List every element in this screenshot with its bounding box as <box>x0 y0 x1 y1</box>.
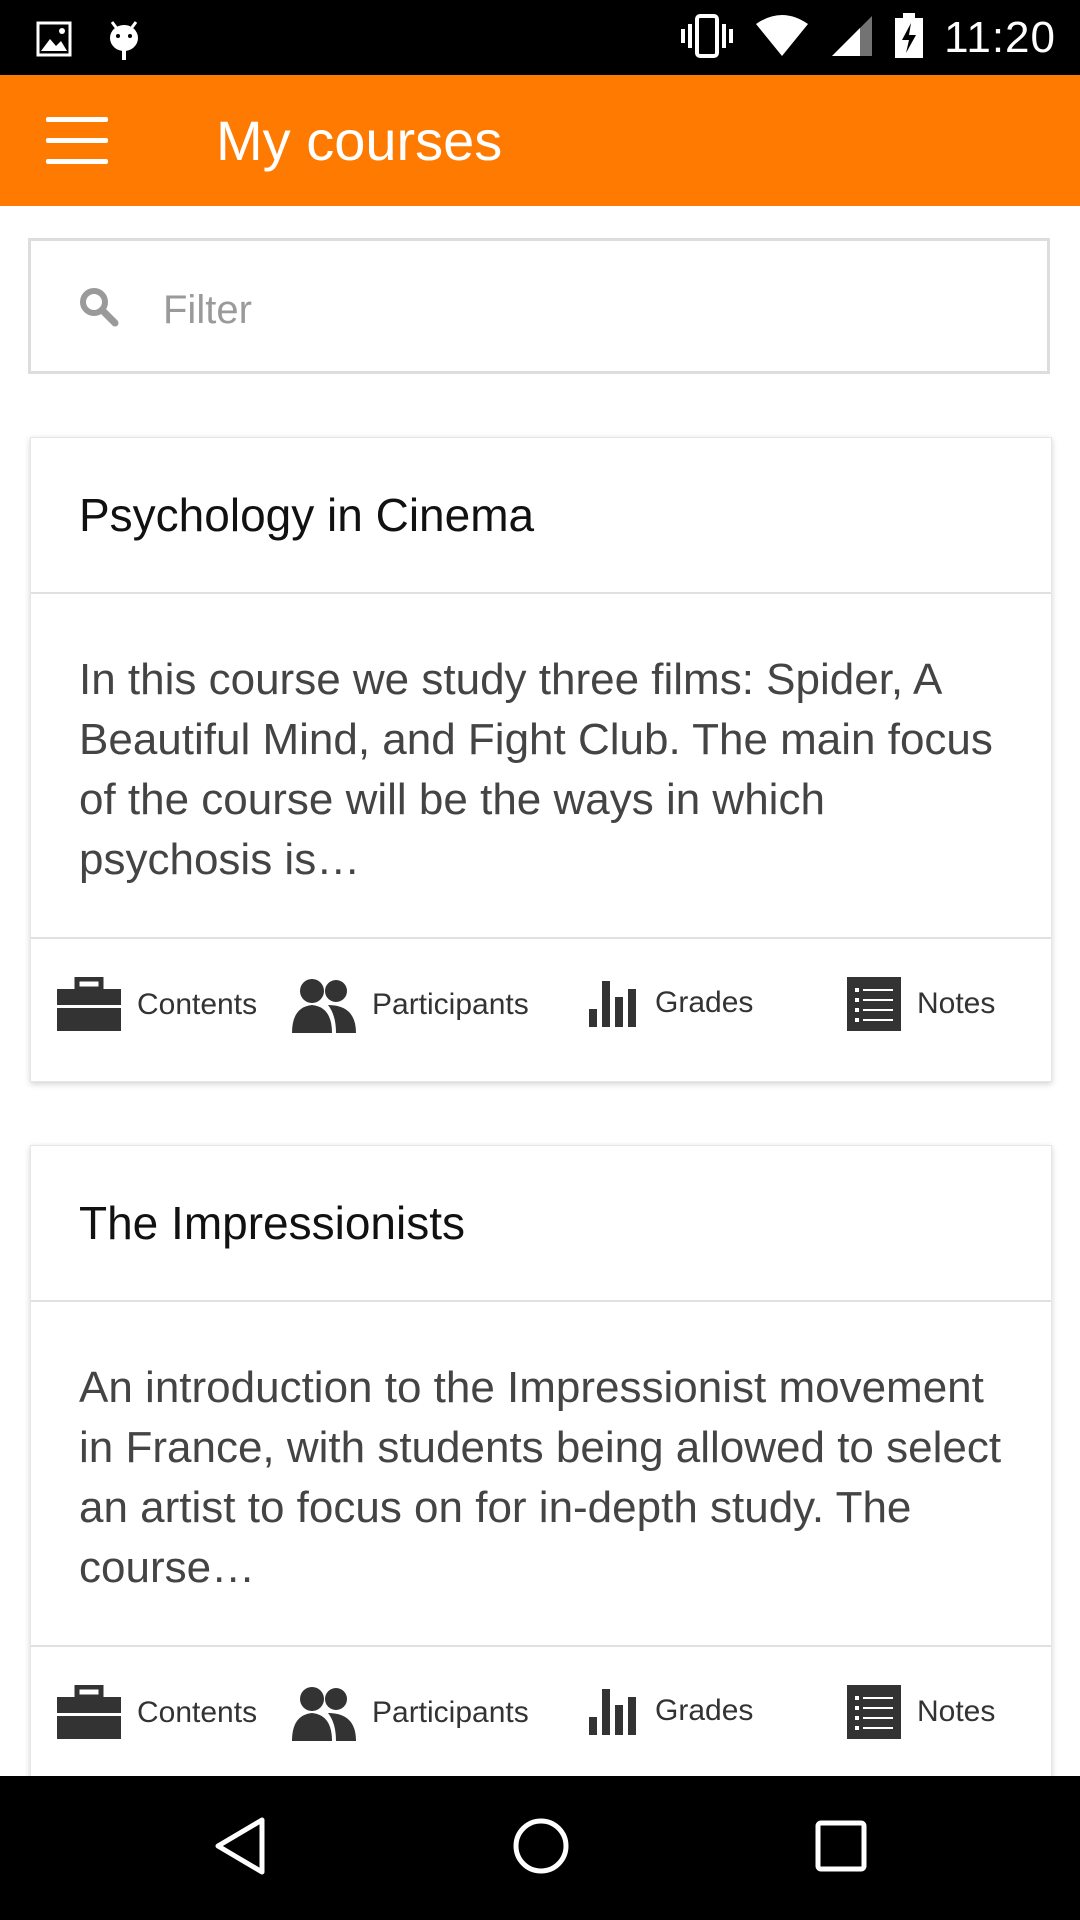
search-icon <box>79 287 119 332</box>
grades-label: Grades <box>655 986 754 1019</box>
recents-icon[interactable] <box>814 1816 868 1881</box>
course-card[interactable]: Psychology in Cinema In this course we s… <box>30 437 1052 1082</box>
bar-chart-icon <box>587 977 639 1029</box>
navigation-bar <box>0 1776 1080 1920</box>
filter-input[interactable] <box>161 279 1015 341</box>
briefcase-icon <box>57 977 121 1033</box>
notes-list-icon <box>847 977 901 1031</box>
participants-icon <box>292 1685 356 1741</box>
notes-list-icon <box>847 1685 901 1739</box>
participants-label: Participants <box>372 1696 529 1729</box>
notes-label: Notes <box>917 1695 996 1728</box>
home-icon[interactable] <box>511 1816 571 1881</box>
course-actions: Contents Participants Grades Notes <box>31 939 1051 1081</box>
status-bar: 11:20 <box>0 0 1080 75</box>
contents-label: Contents <box>137 1696 258 1729</box>
page-title: My courses <box>216 109 503 172</box>
bar-chart-icon <box>587 1685 639 1737</box>
notes-button[interactable]: Notes <box>847 977 995 1031</box>
app-bar: My courses <box>0 75 1080 206</box>
participants-button[interactable]: Participants <box>292 977 529 1033</box>
battery-charging-icon <box>894 12 924 64</box>
course-summary: In this course we study three films: Spi… <box>31 594 1051 939</box>
notes-label: Notes <box>917 987 996 1020</box>
android-debug-icon <box>106 16 142 67</box>
briefcase-icon <box>57 1685 121 1741</box>
course-actions: Contents Participants Grades Notes <box>31 1647 1051 1789</box>
contents-label: Contents <box>137 988 258 1021</box>
filter-box <box>28 238 1050 374</box>
participants-icon <box>292 977 356 1033</box>
back-icon[interactable] <box>212 1816 268 1881</box>
grades-button[interactable]: Grades <box>587 1685 753 1737</box>
contents-button[interactable]: Contents <box>57 977 257 1033</box>
course-title[interactable]: Psychology in Cinema <box>31 438 1051 594</box>
course-summary: An introduction to the Impressionist mov… <box>31 1302 1051 1647</box>
grades-button[interactable]: Grades <box>587 977 753 1029</box>
course-title[interactable]: The Impressionists <box>31 1146 1051 1302</box>
status-time: 11:20 <box>944 13 1056 62</box>
course-card[interactable]: The Impressionists An introduction to th… <box>30 1145 1052 1790</box>
hamburger-menu-icon[interactable] <box>46 117 108 164</box>
vibrate-icon <box>680 13 734 63</box>
image-icon <box>36 21 72 62</box>
participants-button[interactable]: Participants <box>292 1685 529 1741</box>
contents-button[interactable]: Contents <box>57 1685 257 1741</box>
participants-label: Participants <box>372 988 529 1021</box>
notes-button[interactable]: Notes <box>847 1685 995 1739</box>
grades-label: Grades <box>655 1694 754 1727</box>
wifi-icon <box>754 14 810 63</box>
signal-icon <box>830 14 874 63</box>
